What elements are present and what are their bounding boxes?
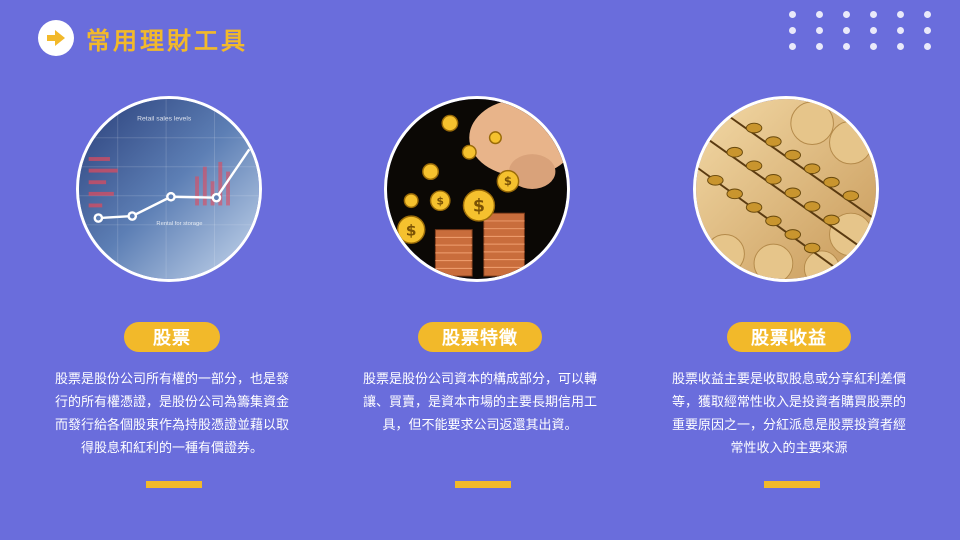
decorative-dot <box>870 27 877 34</box>
decorative-dot <box>816 11 823 18</box>
decorative-dot <box>789 43 796 50</box>
accent-bar <box>455 481 511 488</box>
svg-text:$: $ <box>437 194 444 207</box>
card-description-stocks: 股票是股份公司所有權的一部分，也是發行的所有權憑證，是股份公司為籌集資金而發行給… <box>54 372 289 456</box>
image-caption: Rental for storage <box>156 221 202 227</box>
decorative-dot <box>870 43 877 50</box>
accent-bar <box>764 481 820 488</box>
decorative-dot <box>897 11 904 18</box>
card-title-stocks: 股票 <box>124 322 220 352</box>
arrow-right-icon <box>38 20 74 56</box>
stock-chart-image: Retail sales levels Rental for storage <box>76 96 262 282</box>
svg-text:$: $ <box>406 221 417 239</box>
dot-grid-decoration <box>789 11 939 55</box>
image-label: Retail sales levels <box>137 115 192 122</box>
decorative-dot <box>897 27 904 34</box>
card-title-stock-features: 股票特徵 <box>418 322 542 352</box>
accent-bar <box>146 481 202 488</box>
card-description-stock-features: 股票是股份公司資本的構成部分，可以轉讓、買賣，是資本市場的主要長期信用工具，但不… <box>362 372 597 433</box>
gold-coins-image: $ $ $ $ <box>384 96 570 282</box>
decorative-dot <box>789 11 796 18</box>
decorative-dot <box>843 43 850 50</box>
decorative-dot <box>897 43 904 50</box>
decorative-dot <box>924 11 931 18</box>
svg-text:$: $ <box>473 196 485 216</box>
decorative-dot <box>789 27 796 34</box>
decorative-dot <box>870 11 877 18</box>
decorative-dot <box>924 27 931 34</box>
decorative-dot <box>816 43 823 50</box>
abacus-coins-image <box>693 96 879 282</box>
decorative-dot <box>924 43 931 50</box>
page-header: 常用理財工具 <box>38 20 248 56</box>
svg-text:$: $ <box>504 174 512 188</box>
decorative-dot <box>843 27 850 34</box>
decorative-dot <box>843 11 850 18</box>
card-description-stock-returns: 股票收益主要是收取股息或分享紅利差價等，獲取經常性收入是投資者購買股票的重要原因… <box>671 372 906 456</box>
card-title-stock-returns: 股票收益 <box>727 322 851 352</box>
page-title: 常用理財工具 <box>86 26 248 55</box>
decorative-dot <box>816 27 823 34</box>
